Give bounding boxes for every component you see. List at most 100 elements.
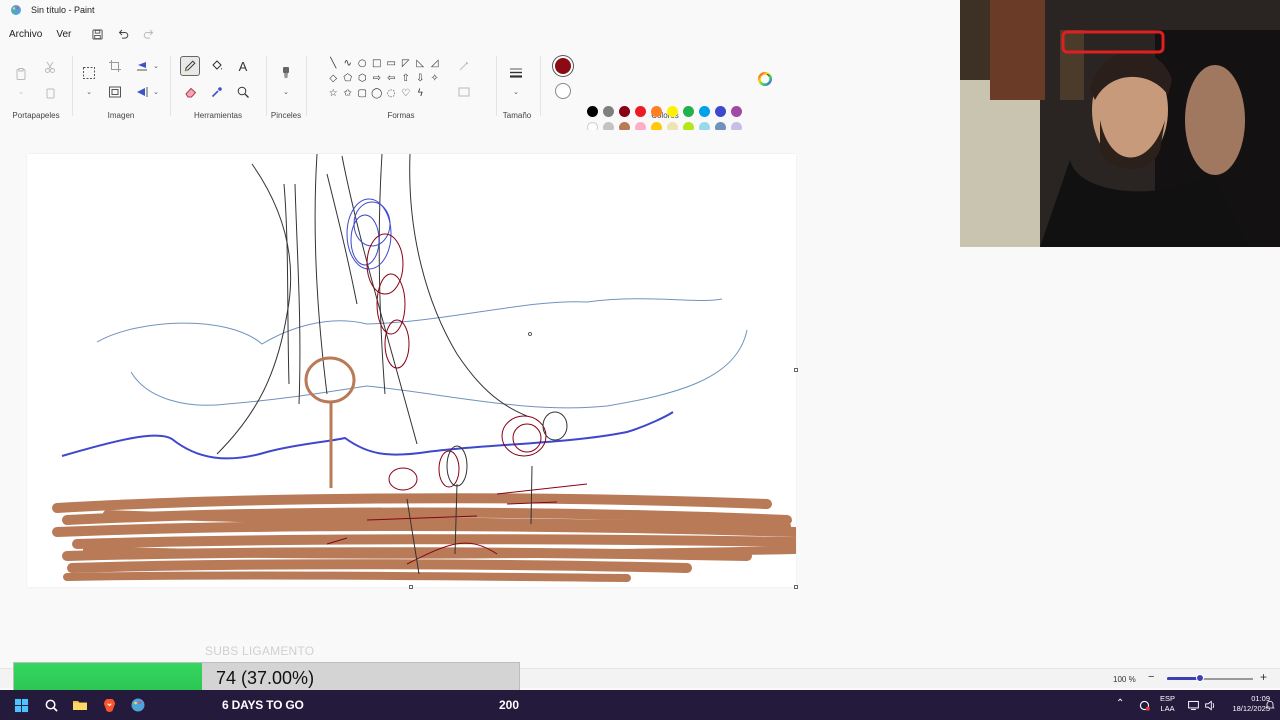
language-indicator[interactable]: ESP LAA — [1160, 694, 1175, 714]
resize-handle-bottom[interactable] — [409, 585, 413, 589]
color-swatch[interactable] — [619, 106, 630, 117]
resize-handle-corner[interactable] — [794, 585, 798, 589]
resize-icon[interactable] — [107, 84, 123, 100]
shape-option[interactable]: ╲ — [326, 57, 341, 71]
select-dropdown-icon[interactable]: ⌄ — [81, 84, 97, 100]
undo-icon[interactable] — [115, 26, 131, 42]
shape-option[interactable]: ⬠ — [341, 72, 356, 86]
select-icon[interactable] — [81, 65, 97, 81]
size-label: Tamaño — [502, 111, 532, 120]
colors-group: Colores — [540, 48, 790, 126]
start-icon[interactable] — [13, 697, 29, 713]
color-swatch[interactable] — [731, 106, 742, 117]
shape-option[interactable]: ⇨ — [370, 72, 385, 86]
secondary-color[interactable] — [555, 83, 571, 99]
menu-bar: Archivo Ver — [0, 22, 167, 46]
shape-option[interactable]: ♡ — [399, 87, 414, 101]
color-swatch[interactable] — [635, 106, 646, 117]
crop-icon[interactable] — [107, 58, 123, 74]
shape-option[interactable]: ✩ — [341, 87, 356, 101]
taskbar: 6 DAYS TO GO 200 ⌃ ESP LAA 01:09 18/12/2… — [0, 690, 1280, 720]
eraser-icon[interactable] — [183, 84, 199, 100]
color-picker-icon[interactable] — [209, 84, 225, 100]
zoom-percentage: 100 % — [1113, 675, 1136, 684]
paste-icon[interactable] — [13, 66, 29, 82]
color-swatch[interactable] — [667, 106, 678, 117]
notification-icon[interactable] — [1262, 697, 1278, 713]
shape-option[interactable]: □ — [370, 57, 385, 71]
brave-browser-icon[interactable] — [101, 697, 117, 713]
flip-dropdown-icon[interactable]: ⌄ — [148, 84, 164, 100]
shapes-gallery: ╲ ∿ ○ □ ▭ ◸ ◺ ◿ ◇ ⬠ ⬡ ⇨ ⇦ ⇧ ⇩ ✧ ☆ ✩ ▢ ◯ ◌ ♡ ϟ — [326, 57, 442, 101]
sync-icon[interactable] — [1136, 697, 1152, 713]
color-swatch[interactable] — [715, 106, 726, 117]
shape-option[interactable]: ◌ — [384, 87, 399, 101]
menu-file[interactable]: Archivo — [9, 29, 42, 40]
resize-handle-right[interactable] — [794, 368, 798, 372]
shape-option[interactable]: ◇ — [326, 72, 341, 86]
shape-option[interactable] — [428, 87, 443, 101]
colors-label: Colores — [651, 111, 679, 120]
shape-option[interactable]: ⇩ — [413, 72, 428, 86]
save-icon[interactable] — [89, 26, 105, 42]
volume-icon[interactable] — [1202, 697, 1218, 713]
image-label: Imagen — [107, 111, 135, 120]
edit-colors-icon[interactable] — [757, 71, 773, 87]
clipboard-label: Portapapeles — [12, 111, 60, 120]
search-icon[interactable] — [43, 697, 59, 713]
cut-icon[interactable] — [42, 59, 58, 75]
brush-icon[interactable] — [278, 65, 294, 81]
shape-option[interactable]: ◿ — [428, 57, 443, 71]
color-swatch[interactable] — [603, 106, 614, 117]
shape-option[interactable]: ⇦ — [384, 72, 399, 86]
network-icon[interactable] — [1185, 697, 1201, 713]
menu-view[interactable]: Ver — [56, 29, 71, 40]
fill-bucket-icon[interactable] — [209, 58, 225, 74]
shape-option[interactable]: ✧ — [428, 72, 443, 86]
shape-option[interactable]: ⬡ — [355, 72, 370, 86]
language-code: ESP — [1160, 694, 1176, 703]
shape-option[interactable]: ϟ — [413, 87, 428, 101]
fill-icon[interactable] — [456, 84, 472, 100]
copy-icon[interactable] — [42, 85, 58, 101]
magnifier-icon[interactable] — [235, 84, 251, 100]
zoom-in-icon[interactable]: + — [1260, 670, 1267, 684]
rotate-dropdown-icon[interactable]: ⌄ — [148, 58, 164, 74]
subs-label: SUBS LIGAMENTO — [205, 644, 315, 658]
redo-icon[interactable] — [141, 26, 157, 42]
color-swatch[interactable] — [699, 106, 710, 117]
shape-option[interactable]: ◯ — [370, 87, 385, 101]
zoom-out-icon[interactable]: − — [1148, 671, 1154, 683]
text-tool[interactable]: A — [235, 58, 251, 74]
line-width-icon[interactable] — [508, 65, 524, 81]
primary-color[interactable] — [555, 58, 571, 74]
shape-option[interactable]: ∿ — [341, 57, 356, 71]
shape-option[interactable]: ◺ — [413, 57, 428, 71]
shape-option[interactable]: ○ — [355, 57, 370, 71]
pencil-icon[interactable] — [180, 56, 200, 76]
color-swatch[interactable] — [587, 106, 598, 117]
shape-option[interactable]: ◸ — [399, 57, 414, 71]
drawing-canvas[interactable] — [27, 154, 796, 587]
size-group: ⌄ Tamaño — [496, 48, 538, 126]
paint-taskbar-icon[interactable] — [130, 697, 146, 713]
shape-option[interactable]: ▭ — [384, 57, 399, 71]
shape-option[interactable]: ⇧ — [399, 72, 414, 86]
outline-icon[interactable] — [456, 58, 472, 74]
color-swatch[interactable] — [683, 106, 694, 117]
size-dropdown-icon[interactable]: ⌄ — [508, 84, 524, 100]
paste-dropdown-icon[interactable]: ⌄ — [13, 84, 29, 100]
brushes-group: ⌄ Pinceles — [266, 48, 306, 126]
file-explorer-icon[interactable] — [72, 697, 88, 713]
shape-option[interactable]: ☆ — [326, 87, 341, 101]
color-swatch[interactable] — [651, 106, 662, 117]
brush-dropdown-icon[interactable]: ⌄ — [278, 84, 294, 100]
keyboard-layout: LAA — [1160, 704, 1175, 713]
tools-group: A Herramientas — [170, 48, 266, 126]
countdown-text: 6 DAYS TO GO — [222, 698, 304, 712]
chevron-up-icon[interactable]: ⌃ — [1116, 698, 1124, 709]
webcam-overlay — [960, 0, 1280, 247]
zoom-slider-thumb[interactable] — [1196, 674, 1204, 682]
paint-app-icon — [11, 5, 21, 15]
shape-option[interactable]: ▢ — [355, 87, 370, 101]
